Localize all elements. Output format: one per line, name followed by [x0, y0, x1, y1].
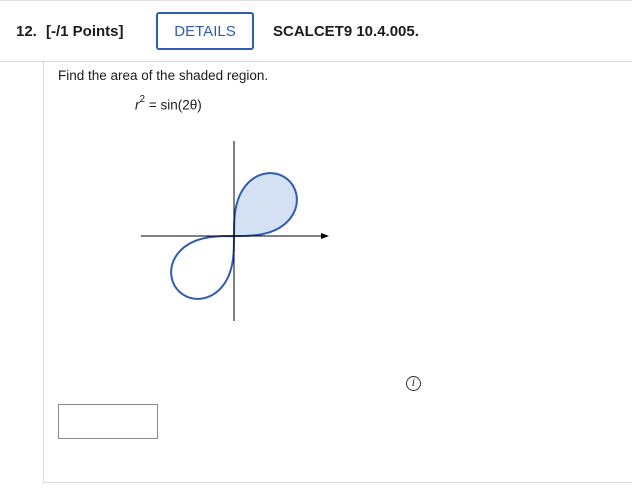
- equation-exponent: 2: [139, 94, 146, 105]
- equation-variable: r: [135, 97, 140, 113]
- question-points: [-/1 Points]: [46, 23, 124, 40]
- question-number: 12.: [16, 23, 37, 40]
- answer-input[interactable]: [58, 404, 158, 439]
- unshaded-loop: [170, 234, 236, 300]
- details-button[interactable]: DETAILS: [156, 12, 254, 50]
- question-source: SCALCET9 10.4.005.: [273, 23, 419, 40]
- equation: r2 = sin(2θ): [135, 94, 202, 113]
- question-header: 12. [-/1 Points] DETAILS SCALCET9 10.4.0…: [0, 0, 632, 62]
- question-prompt: Find the area of the shaded region.: [58, 68, 269, 83]
- equation-rhs: = sin(2θ): [148, 97, 202, 113]
- shaded-loop: [232, 172, 298, 238]
- polar-graph: [141, 141, 329, 321]
- info-icon[interactable]: i: [406, 376, 421, 391]
